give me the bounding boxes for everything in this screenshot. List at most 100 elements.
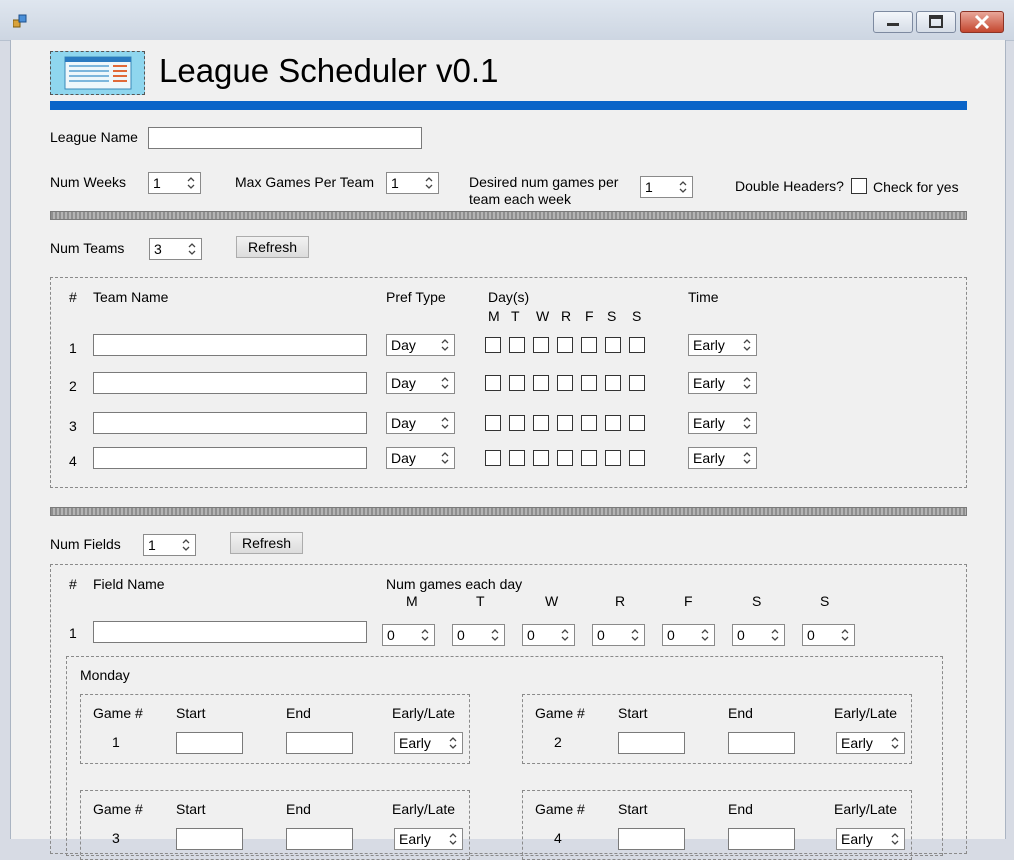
team-day-checkbox[interactable] (581, 337, 597, 353)
game-start-input[interactable] (176, 732, 243, 754)
game-end-input[interactable] (286, 732, 353, 754)
minimize-button[interactable] (873, 11, 913, 33)
game-start-input[interactable] (618, 732, 685, 754)
team-day-checkbox[interactable] (605, 415, 621, 431)
team-day-checkbox[interactable] (509, 375, 525, 391)
team-name-input[interactable] (93, 447, 367, 469)
close-button[interactable] (960, 11, 1004, 33)
team-time-select[interactable]: Early (688, 372, 757, 394)
game-start-header: Start (618, 705, 648, 721)
spinner-arrows-icon (449, 833, 457, 845)
minimize-icon (887, 23, 899, 26)
team-name-input[interactable] (93, 412, 367, 434)
team-day-letter: S (632, 308, 642, 324)
fields-header-num: # (69, 576, 77, 592)
team-time-select[interactable]: Early (688, 412, 757, 434)
team-day-checkbox[interactable] (629, 415, 645, 431)
team-name-input[interactable] (93, 334, 367, 356)
field-name-input[interactable] (93, 621, 367, 643)
team-pref-type-select[interactable]: Day (386, 412, 455, 434)
field-games-stepper[interactable]: 0 (382, 624, 435, 646)
num-weeks-value: 1 (153, 175, 161, 191)
field-games-stepper[interactable]: 0 (452, 624, 505, 646)
num-weeks-stepper[interactable]: 1 (148, 172, 201, 194)
game-end-header: End (286, 801, 311, 817)
game-early-late-select[interactable]: Early (394, 828, 463, 850)
team-day-checkbox[interactable] (557, 450, 573, 466)
desired-games-stepper[interactable]: 1 (640, 176, 693, 198)
team-pref-type-select[interactable]: Day (386, 372, 455, 394)
game-end-input[interactable] (286, 828, 353, 850)
desired-games-label-line1: Desired num games per (469, 174, 619, 190)
team-day-checkbox[interactable] (629, 450, 645, 466)
field-games-stepper[interactable]: 0 (662, 624, 715, 646)
team-pref-type-select[interactable]: Day (386, 447, 455, 469)
game-early-late-header: Early/Late (392, 705, 456, 721)
team-day-checkbox[interactable] (533, 450, 549, 466)
game-early-late-select[interactable]: Early (836, 732, 905, 754)
maximize-button[interactable] (916, 11, 956, 33)
field-games-stepper[interactable]: 0 (732, 624, 785, 646)
game-end-input[interactable] (728, 828, 795, 850)
teams-refresh-button[interactable]: Refresh (236, 236, 309, 258)
game-start-input[interactable] (176, 828, 243, 850)
team-day-checkbox[interactable] (533, 415, 549, 431)
team-day-checkbox[interactable] (485, 450, 501, 466)
game-early-late-select[interactable]: Early (836, 828, 905, 850)
spinner-arrows-icon (441, 377, 449, 389)
team-day-checkbox[interactable] (485, 415, 501, 431)
game-end-input[interactable] (728, 732, 795, 754)
team-day-checkbox[interactable] (509, 337, 525, 353)
team-time-select[interactable]: Early (688, 447, 757, 469)
team-day-checkbox[interactable] (485, 337, 501, 353)
spinner-arrows-icon (743, 452, 751, 464)
team-day-checkbox[interactable] (485, 375, 501, 391)
team-day-letter: S (607, 308, 617, 324)
num-fields-stepper[interactable]: 1 (143, 534, 196, 556)
team-day-checkbox[interactable] (557, 337, 573, 353)
team-day-checkbox[interactable] (629, 375, 645, 391)
game-start-header: Start (618, 801, 648, 817)
team-row-number: 2 (69, 378, 77, 394)
field-day-letter: S (820, 593, 830, 609)
team-day-checkbox[interactable] (509, 450, 525, 466)
team-day-checkbox[interactable] (581, 450, 597, 466)
team-day-checkbox[interactable] (629, 337, 645, 353)
num-teams-value: 3 (154, 241, 162, 257)
double-headers-checkbox[interactable] (851, 178, 867, 194)
game-number: 4 (554, 830, 562, 846)
separator-1 (50, 211, 967, 220)
spinner-arrows-icon (701, 629, 709, 641)
team-time-select[interactable]: Early (688, 334, 757, 356)
team-name-input[interactable] (93, 372, 367, 394)
field-games-stepper[interactable]: 0 (592, 624, 645, 646)
team-day-checkbox[interactable] (605, 450, 621, 466)
field-games-stepper[interactable]: 0 (522, 624, 575, 646)
team-day-checkbox[interactable] (605, 375, 621, 391)
game-end-header: End (286, 705, 311, 721)
team-day-checkbox[interactable] (533, 337, 549, 353)
field-day-letter: M (406, 593, 418, 609)
team-pref-type-select[interactable]: Day (386, 334, 455, 356)
num-teams-stepper[interactable]: 3 (149, 238, 202, 260)
team-day-checkbox[interactable] (581, 415, 597, 431)
game-number-header: Game # (535, 705, 585, 721)
game-start-input[interactable] (618, 828, 685, 850)
game-early-late-select-value: Early (841, 831, 873, 847)
field-games-stepper[interactable]: 0 (802, 624, 855, 646)
teams-header-pref: Pref Type (386, 289, 446, 305)
field-row-number: 1 (69, 625, 77, 641)
spinner-arrows-icon (187, 177, 195, 189)
max-games-stepper[interactable]: 1 (386, 172, 439, 194)
team-day-checkbox[interactable] (533, 375, 549, 391)
game-number: 1 (112, 734, 120, 750)
game-early-late-select[interactable]: Early (394, 732, 463, 754)
fields-refresh-button[interactable]: Refresh (230, 532, 303, 554)
monday-group-title: Monday (80, 667, 130, 683)
team-day-checkbox[interactable] (509, 415, 525, 431)
team-day-checkbox[interactable] (557, 375, 573, 391)
team-day-checkbox[interactable] (605, 337, 621, 353)
team-day-checkbox[interactable] (581, 375, 597, 391)
league-name-input[interactable] (148, 127, 422, 149)
team-day-checkbox[interactable] (557, 415, 573, 431)
